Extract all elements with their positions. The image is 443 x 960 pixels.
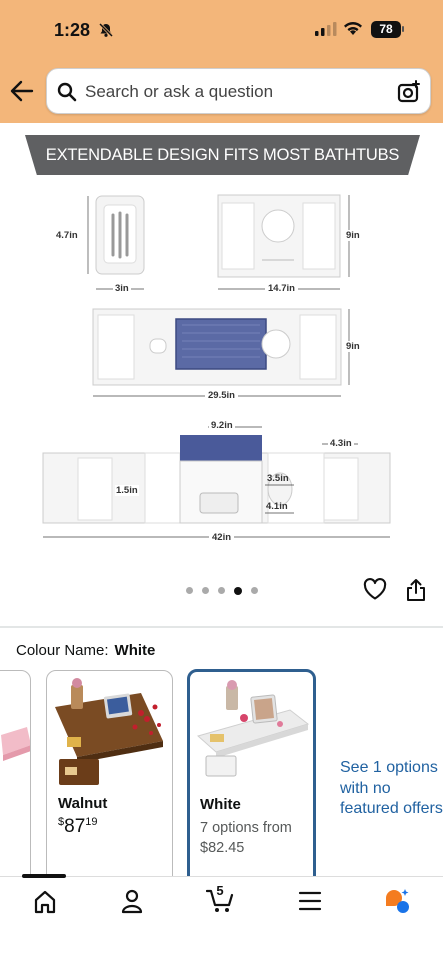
account-icon[interactable] xyxy=(120,888,144,914)
card-name: Walnut xyxy=(58,795,108,812)
dim-slot-height: 1.5in xyxy=(115,485,139,496)
signal-icon xyxy=(315,22,337,36)
price-fraction: 19 xyxy=(85,816,98,828)
card-options-text: 7 options from xyxy=(200,820,292,836)
app-header: 1:28 78 xyxy=(0,0,443,123)
product-dimension-diagram xyxy=(42,194,391,538)
bottom-nav: 5 xyxy=(0,874,443,960)
battery-nub xyxy=(402,26,404,32)
card-price: $8719 xyxy=(58,816,98,838)
product-thumbnail xyxy=(1,727,30,761)
carousel-dot[interactable] xyxy=(202,587,209,594)
variation-card-walnut[interactable]: Walnut $8719 xyxy=(46,670,173,890)
carousel-dot[interactable] xyxy=(218,587,225,594)
dim-full-width: 42in xyxy=(209,532,235,543)
search-input[interactable] xyxy=(85,79,385,105)
cart-count: 5 xyxy=(216,883,224,898)
wifi-icon xyxy=(344,22,362,35)
status-time: 1:28 xyxy=(54,20,91,40)
share-icon[interactable] xyxy=(406,578,426,602)
dim-cup-small: 4.1in xyxy=(266,501,288,512)
dim-tray-width: 14.7in xyxy=(265,283,298,294)
dim-expanded-depth: 9in xyxy=(345,341,361,352)
dim-cup-diameter: 3.5in xyxy=(267,473,289,484)
variation-label: Colour Name: xyxy=(16,642,109,659)
carousel-dot[interactable] xyxy=(186,587,193,594)
dim-tray-depth: 9in xyxy=(345,230,361,241)
silent-bell-icon xyxy=(98,22,114,38)
menu-icon[interactable] xyxy=(298,890,322,912)
price-whole: 87 xyxy=(64,816,86,837)
variation-selected-value: White xyxy=(114,642,156,659)
card-options: 7 options from $82.45 xyxy=(200,818,292,858)
carousel-dot-active[interactable] xyxy=(234,586,242,595)
rufus-icon[interactable] xyxy=(382,886,412,916)
variation-card-partial[interactable] xyxy=(0,670,31,890)
section-divider xyxy=(0,626,443,628)
variation-label-row: Colour Name: White xyxy=(16,642,155,659)
dim-soap-height: 4.7in xyxy=(56,230,78,241)
dim-soap-width: 3in xyxy=(113,283,131,294)
camera-search-icon[interactable] xyxy=(397,80,421,104)
dim-expanded-width: 29.5in xyxy=(205,390,238,401)
search-icon xyxy=(57,82,77,102)
product-thumbnail xyxy=(196,680,310,777)
back-arrow-icon[interactable] xyxy=(10,80,34,102)
search-bar[interactable] xyxy=(46,68,431,114)
see-options-link[interactable]: See 1 options with no featured offers xyxy=(340,758,443,820)
battery-indicator: 78 xyxy=(371,21,401,38)
card-options-price: $82.45 xyxy=(200,840,245,856)
product-image[interactable]: EXTENDABLE DESIGN FITS MOST BATHTUBS 4.7… xyxy=(0,123,443,583)
carousel-dot[interactable] xyxy=(251,587,258,594)
variation-card-white[interactable]: White 7 options from $82.45 xyxy=(187,669,316,890)
dim-end-width: 4.3in xyxy=(328,438,354,449)
dim-holder-width: 9.2in xyxy=(209,420,235,431)
image-carousel-dots[interactable] xyxy=(186,586,258,595)
nav-active-indicator xyxy=(22,874,66,878)
cart-button[interactable]: 5 xyxy=(205,883,236,915)
heart-icon[interactable] xyxy=(363,578,387,600)
home-icon[interactable] xyxy=(32,889,58,915)
product-thumbnail xyxy=(55,678,163,785)
card-name: White xyxy=(200,796,241,813)
